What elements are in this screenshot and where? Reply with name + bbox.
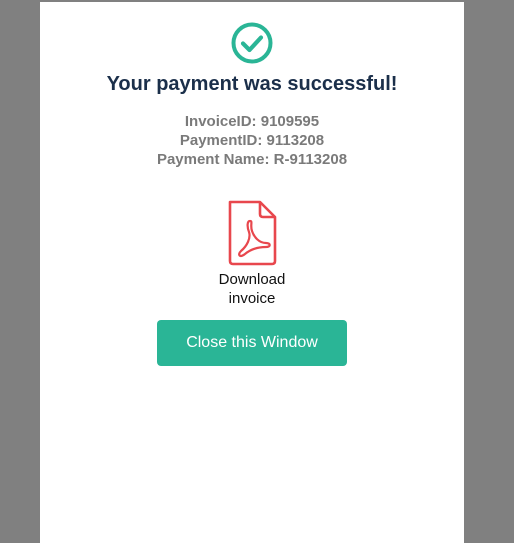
payment-details: InvoiceID: 9109595 PaymentID: 9113208 Pa… bbox=[40, 112, 464, 169]
download-invoice-link[interactable]: Download invoice bbox=[202, 199, 302, 308]
download-label-line1: Download bbox=[218, 271, 286, 288]
invoice-id: InvoiceID: 9109595 bbox=[184, 113, 320, 130]
check-circle-icon bbox=[231, 22, 273, 64]
page-title: Your payment was successful! bbox=[106, 73, 398, 95]
download-label-line2: invoice bbox=[228, 290, 276, 307]
pdf-file-icon[interactable] bbox=[226, 199, 278, 267]
payment-name: Payment Name: R-9113208 bbox=[156, 151, 348, 168]
payment-id: PaymentID: 9113208 bbox=[179, 132, 325, 149]
close-window-button[interactable]: Close this Window bbox=[157, 320, 347, 366]
payment-success-modal: Your payment was successful! InvoiceID: … bbox=[40, 2, 464, 543]
